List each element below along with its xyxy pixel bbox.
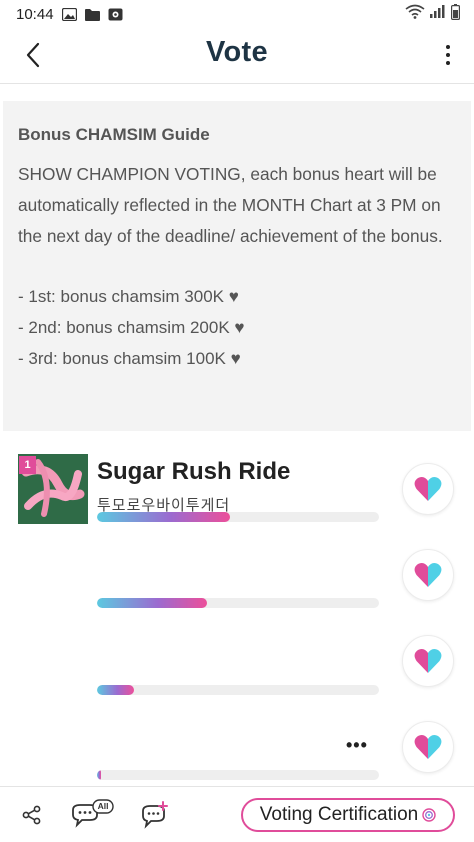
battery-icon	[451, 3, 461, 25]
more-vertical-icon	[446, 45, 450, 49]
page-title: Vote	[206, 36, 268, 68]
add-comment-button[interactable]	[140, 801, 170, 834]
share-icon	[22, 805, 41, 825]
bottom-bar: All Voting Certification	[0, 786, 474, 842]
voting-certification-button[interactable]: Voting Certification	[241, 798, 455, 832]
vote-progress-fill	[97, 512, 230, 522]
vote-progress-fill	[97, 598, 207, 608]
more-horizontal-icon[interactable]: •••	[346, 735, 368, 756]
chat-add-icon	[142, 801, 168, 829]
guide-bonus-item: - 1st: bonus chamsim 300K ♥	[18, 287, 239, 306]
share-button[interactable]	[22, 805, 42, 830]
guide-bonus-list: - 1st: bonus chamsim 300K ♥ - 2nd: bonus…	[18, 281, 457, 374]
guide-bonus-item: - 2nd: bonus chamsim 200K ♥	[18, 318, 245, 337]
vote-progress-fill	[97, 685, 134, 695]
vote-heart-button[interactable]	[402, 549, 454, 601]
vote-heart-button[interactable]	[402, 635, 454, 687]
guide-title: Bonus CHAMSIM Guide	[18, 125, 210, 144]
status-bar-right	[405, 3, 461, 25]
certification-label: Voting Certification	[259, 804, 419, 825]
vote-progress-bar	[97, 685, 379, 695]
heart-icon	[414, 477, 442, 501]
vote-progress-bar	[97, 770, 379, 780]
all-badge-label: All	[97, 801, 109, 811]
song-title: Sugar Rush Ride	[97, 458, 291, 485]
heart-icon	[414, 649, 442, 673]
wifi-icon	[405, 4, 425, 24]
bonus-guide-panel: Bonus CHAMSIM Guide SHOW CHAMPION VOTING…	[3, 101, 471, 431]
vote-heart-button[interactable]	[402, 463, 454, 515]
target-icon	[422, 808, 436, 822]
heart-icon	[414, 735, 442, 759]
vote-progress-bar	[97, 598, 379, 608]
vote-heart-button[interactable]	[402, 721, 454, 773]
all-comments-button[interactable]: All	[70, 799, 114, 834]
guide-body: SHOW CHAMPION VOTING, each bonus heart w…	[18, 164, 443, 246]
app-bar: Vote	[0, 28, 474, 84]
rank-badge: 1	[19, 456, 36, 474]
vote-progress-bar	[97, 512, 379, 522]
status-bar: 10:44	[0, 0, 474, 28]
heart-icon	[414, 563, 442, 587]
signal-icon	[430, 5, 446, 23]
gallery-icon	[61, 7, 77, 21]
more-options-button[interactable]	[436, 40, 460, 70]
status-bar-left: 10:44	[16, 6, 123, 23]
guide-bonus-item: - 3rd: bonus chamsim 100K ♥	[18, 349, 241, 368]
status-time: 10:44	[16, 5, 54, 23]
media-icon	[108, 8, 123, 21]
folder-icon	[84, 8, 100, 21]
vote-progress-fill	[97, 770, 102, 780]
